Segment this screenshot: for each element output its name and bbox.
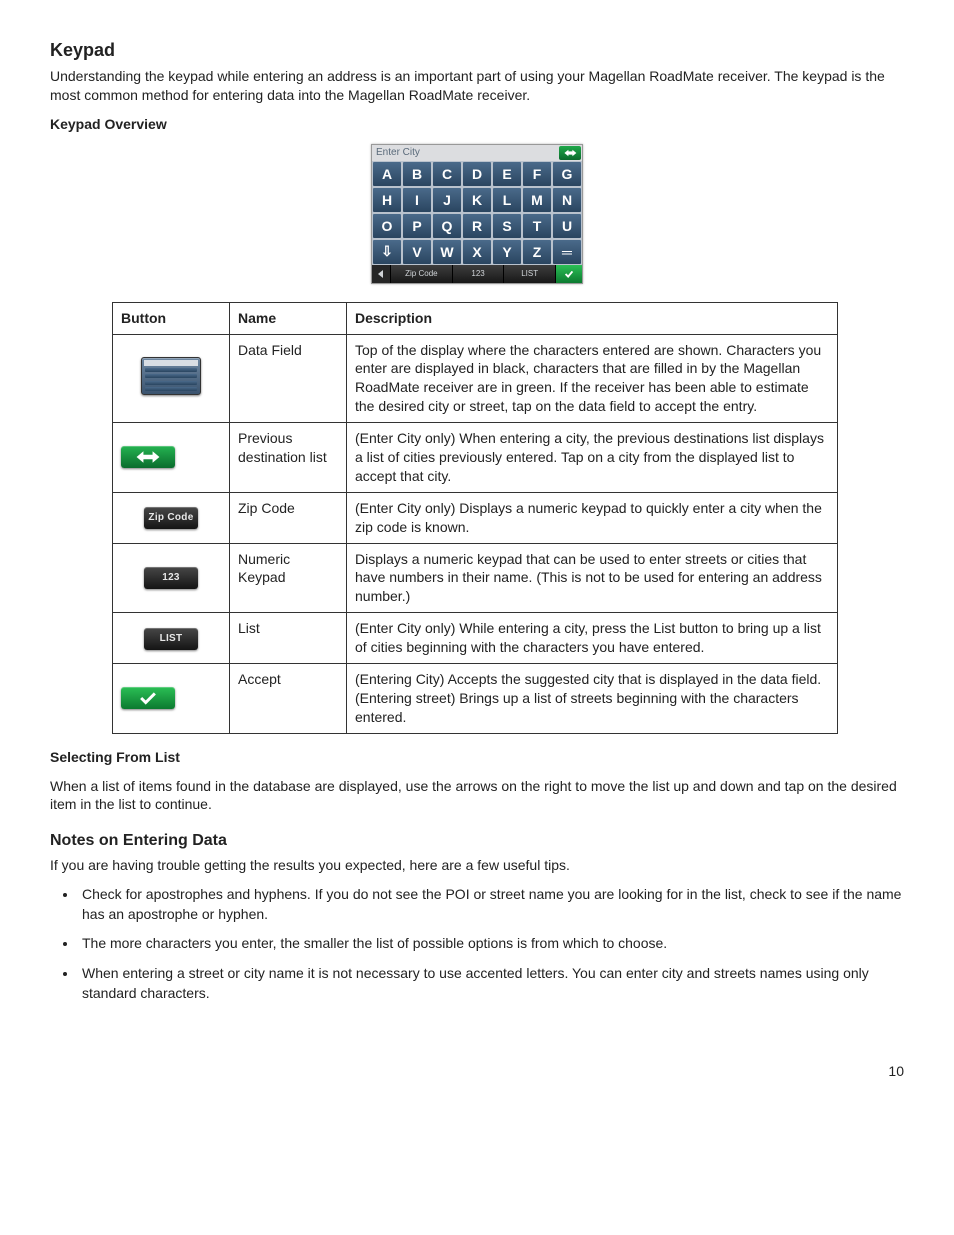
data-field-icon	[141, 357, 201, 395]
keypad-key: Z	[523, 240, 551, 264]
notes-intro: If you are having trouble getting the re…	[50, 856, 904, 875]
description-cell: (Entering City) Accepts the suggested ci…	[347, 664, 838, 734]
keypad-back-icon	[372, 265, 391, 283]
keypad-key: T	[523, 214, 551, 238]
description-cell: (Enter City only) Displays a numeric key…	[347, 492, 838, 543]
keypad-key: X	[463, 240, 491, 264]
keypad-list-button: LIST	[504, 265, 556, 283]
tip-item: The more characters you enter, the small…	[78, 934, 904, 954]
keypad-key: F	[523, 162, 551, 186]
keypad-prev-dest-icon	[559, 146, 581, 160]
keypad-key: O	[373, 214, 401, 238]
keypad-key: H	[373, 188, 401, 212]
heading-notes: Notes on Entering Data	[50, 832, 904, 850]
description-cell: (Enter City only) While entering a city,…	[347, 613, 838, 664]
button-cell: 123	[113, 543, 230, 613]
table-row: Previous destination list(Enter City onl…	[113, 423, 838, 493]
prev-destination-icon	[121, 446, 175, 468]
num-button-icon: 123	[144, 567, 198, 589]
keypad-key: I	[403, 188, 431, 212]
name-cell: Previous destination list	[230, 423, 347, 493]
selecting-paragraph: When a list of items found in the databa…	[50, 777, 904, 815]
name-cell: Zip Code	[230, 492, 347, 543]
th-description: Description	[347, 302, 838, 334]
table-row: 123 Numeric KeypadDisplays a numeric keyp…	[113, 543, 838, 613]
name-cell: Data Field	[230, 334, 347, 423]
name-cell: List	[230, 613, 347, 664]
keypad-key: J	[433, 188, 461, 212]
keypad-123-button: 123	[453, 265, 505, 283]
button-cell	[113, 423, 230, 493]
th-button: Button	[113, 302, 230, 334]
keypad-key: D	[463, 162, 491, 186]
keypad-key: E	[493, 162, 521, 186]
tip-item: When entering a street or city name it i…	[78, 964, 904, 1003]
tips-list: Check for apostrophes and hyphens. If yo…	[78, 885, 904, 1003]
button-cell	[113, 334, 230, 423]
description-cell: (Enter City only) When entering a city, …	[347, 423, 838, 493]
tip-item: Check for apostrophes and hyphens. If yo…	[78, 885, 904, 924]
name-cell: Accept	[230, 664, 347, 734]
name-cell: Numeric Keypad	[230, 543, 347, 613]
keypad-key: S	[493, 214, 521, 238]
page-number: 10	[50, 1063, 904, 1079]
zip-button-icon: Zip Code	[144, 507, 198, 529]
keypad-key: M	[523, 188, 551, 212]
keypad-key: ⇩	[373, 240, 401, 264]
keypad-data-field: Enter City	[372, 147, 559, 158]
keypad-key: K	[463, 188, 491, 212]
keypad-key: Y	[493, 240, 521, 264]
keypad-key: W	[433, 240, 461, 264]
heading-selecting-from-list: Selecting From List	[50, 748, 904, 767]
keypad-figure: Enter City ABCDEFGHIJKLMNOPQRSTU⇩VWXYZ═ …	[50, 144, 904, 284]
keypad-zip-button: Zip Code	[391, 265, 453, 283]
accept-icon	[121, 687, 175, 709]
table-row: Zip CodeZip Code(Enter City only) Displa…	[113, 492, 838, 543]
keypad-key: U	[553, 214, 581, 238]
button-reference-table: Button Name Description Data FieldTop of…	[112, 302, 838, 734]
keypad-key: G	[553, 162, 581, 186]
keypad-key: ═	[553, 240, 581, 264]
description-cell: Displays a numeric keypad that can be us…	[347, 543, 838, 613]
keypad-key: A	[373, 162, 401, 186]
keypad-key: N	[553, 188, 581, 212]
table-row: Accept(Entering City) Accepts the sugges…	[113, 664, 838, 734]
button-cell	[113, 664, 230, 734]
button-cell: LIST	[113, 613, 230, 664]
heading-keypad-overview: Keypad Overview	[50, 115, 904, 134]
list-button-icon: LIST	[144, 628, 198, 650]
intro-paragraph: Understanding the keypad while entering …	[50, 67, 904, 105]
table-row: Data FieldTop of the display where the c…	[113, 334, 838, 423]
keypad-key: V	[403, 240, 431, 264]
keypad-key: B	[403, 162, 431, 186]
keypad-key: R	[463, 214, 491, 238]
keypad-key: P	[403, 214, 431, 238]
keypad-key: C	[433, 162, 461, 186]
button-cell: Zip Code	[113, 492, 230, 543]
keypad-key: Q	[433, 214, 461, 238]
table-row: LIST List(Enter City only) While entering…	[113, 613, 838, 664]
heading-keypad: Keypad	[50, 40, 904, 61]
keypad-key: L	[493, 188, 521, 212]
th-name: Name	[230, 302, 347, 334]
description-cell: Top of the display where the characters …	[347, 334, 838, 423]
keypad-accept-icon	[556, 265, 582, 283]
